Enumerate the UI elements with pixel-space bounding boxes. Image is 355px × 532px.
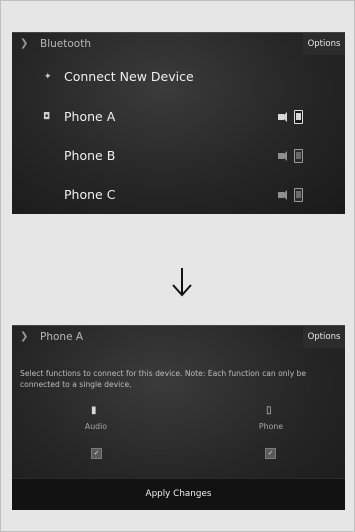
phone-icon: [294, 149, 303, 163]
device-row-phone-c[interactable]: Phone C: [12, 178, 345, 214]
back-chevron-icon[interactable]: ❯: [20, 331, 28, 342]
options-button[interactable]: Options: [303, 326, 345, 348]
speaker-icon: ▮: [91, 405, 97, 416]
device-label: Phone B: [64, 148, 116, 163]
plus-sparkle-icon: ✦: [44, 72, 52, 82]
audio-checkbox[interactable]: ✓: [91, 448, 102, 459]
topbar: ❯ Bluetooth Options: [12, 33, 345, 57]
screen-title: Phone A: [40, 331, 84, 343]
device-status: [278, 149, 306, 165]
options-button[interactable]: Options: [303, 33, 345, 55]
connect-new-device-label: Connect New Device: [64, 69, 194, 84]
phone-icon: [294, 110, 303, 124]
function-label-phone: Phone: [258, 422, 284, 431]
description-text: Select functions to connect for this dev…: [20, 369, 307, 389]
apply-bar: Apply Changes: [12, 478, 345, 510]
device-label: Phone C: [64, 187, 116, 202]
phone-icon: ▯: [266, 405, 272, 416]
function-label-audio: Audio: [84, 422, 108, 431]
connected-phone-icon: ◘: [43, 112, 51, 122]
topbar: ❯ Phone A Options: [12, 326, 345, 350]
phone-a-screen: ❯ Phone A Options Select functions to co…: [12, 325, 345, 510]
device-status: [278, 110, 306, 126]
connect-new-device-row[interactable]: ✦ Connect New Device: [12, 60, 345, 96]
phone-icon: [294, 188, 303, 202]
device-row-phone-a[interactable]: ◘ Phone A: [12, 100, 345, 136]
figure-frame: ❯ Bluetooth Options ✦ Connect New Device…: [0, 0, 355, 532]
down-arrow-icon: [172, 268, 192, 297]
device-label: Phone A: [64, 109, 116, 124]
screen-title: Bluetooth: [40, 38, 91, 50]
device-row-phone-b[interactable]: Phone B: [12, 139, 345, 175]
phone-checkbox[interactable]: ✓: [265, 448, 276, 459]
bluetooth-screen: ❯ Bluetooth Options ✦ Connect New Device…: [12, 32, 345, 214]
device-status: [278, 188, 306, 204]
back-chevron-icon[interactable]: ❯: [20, 38, 28, 49]
apply-changes-button[interactable]: Apply Changes: [12, 479, 345, 510]
